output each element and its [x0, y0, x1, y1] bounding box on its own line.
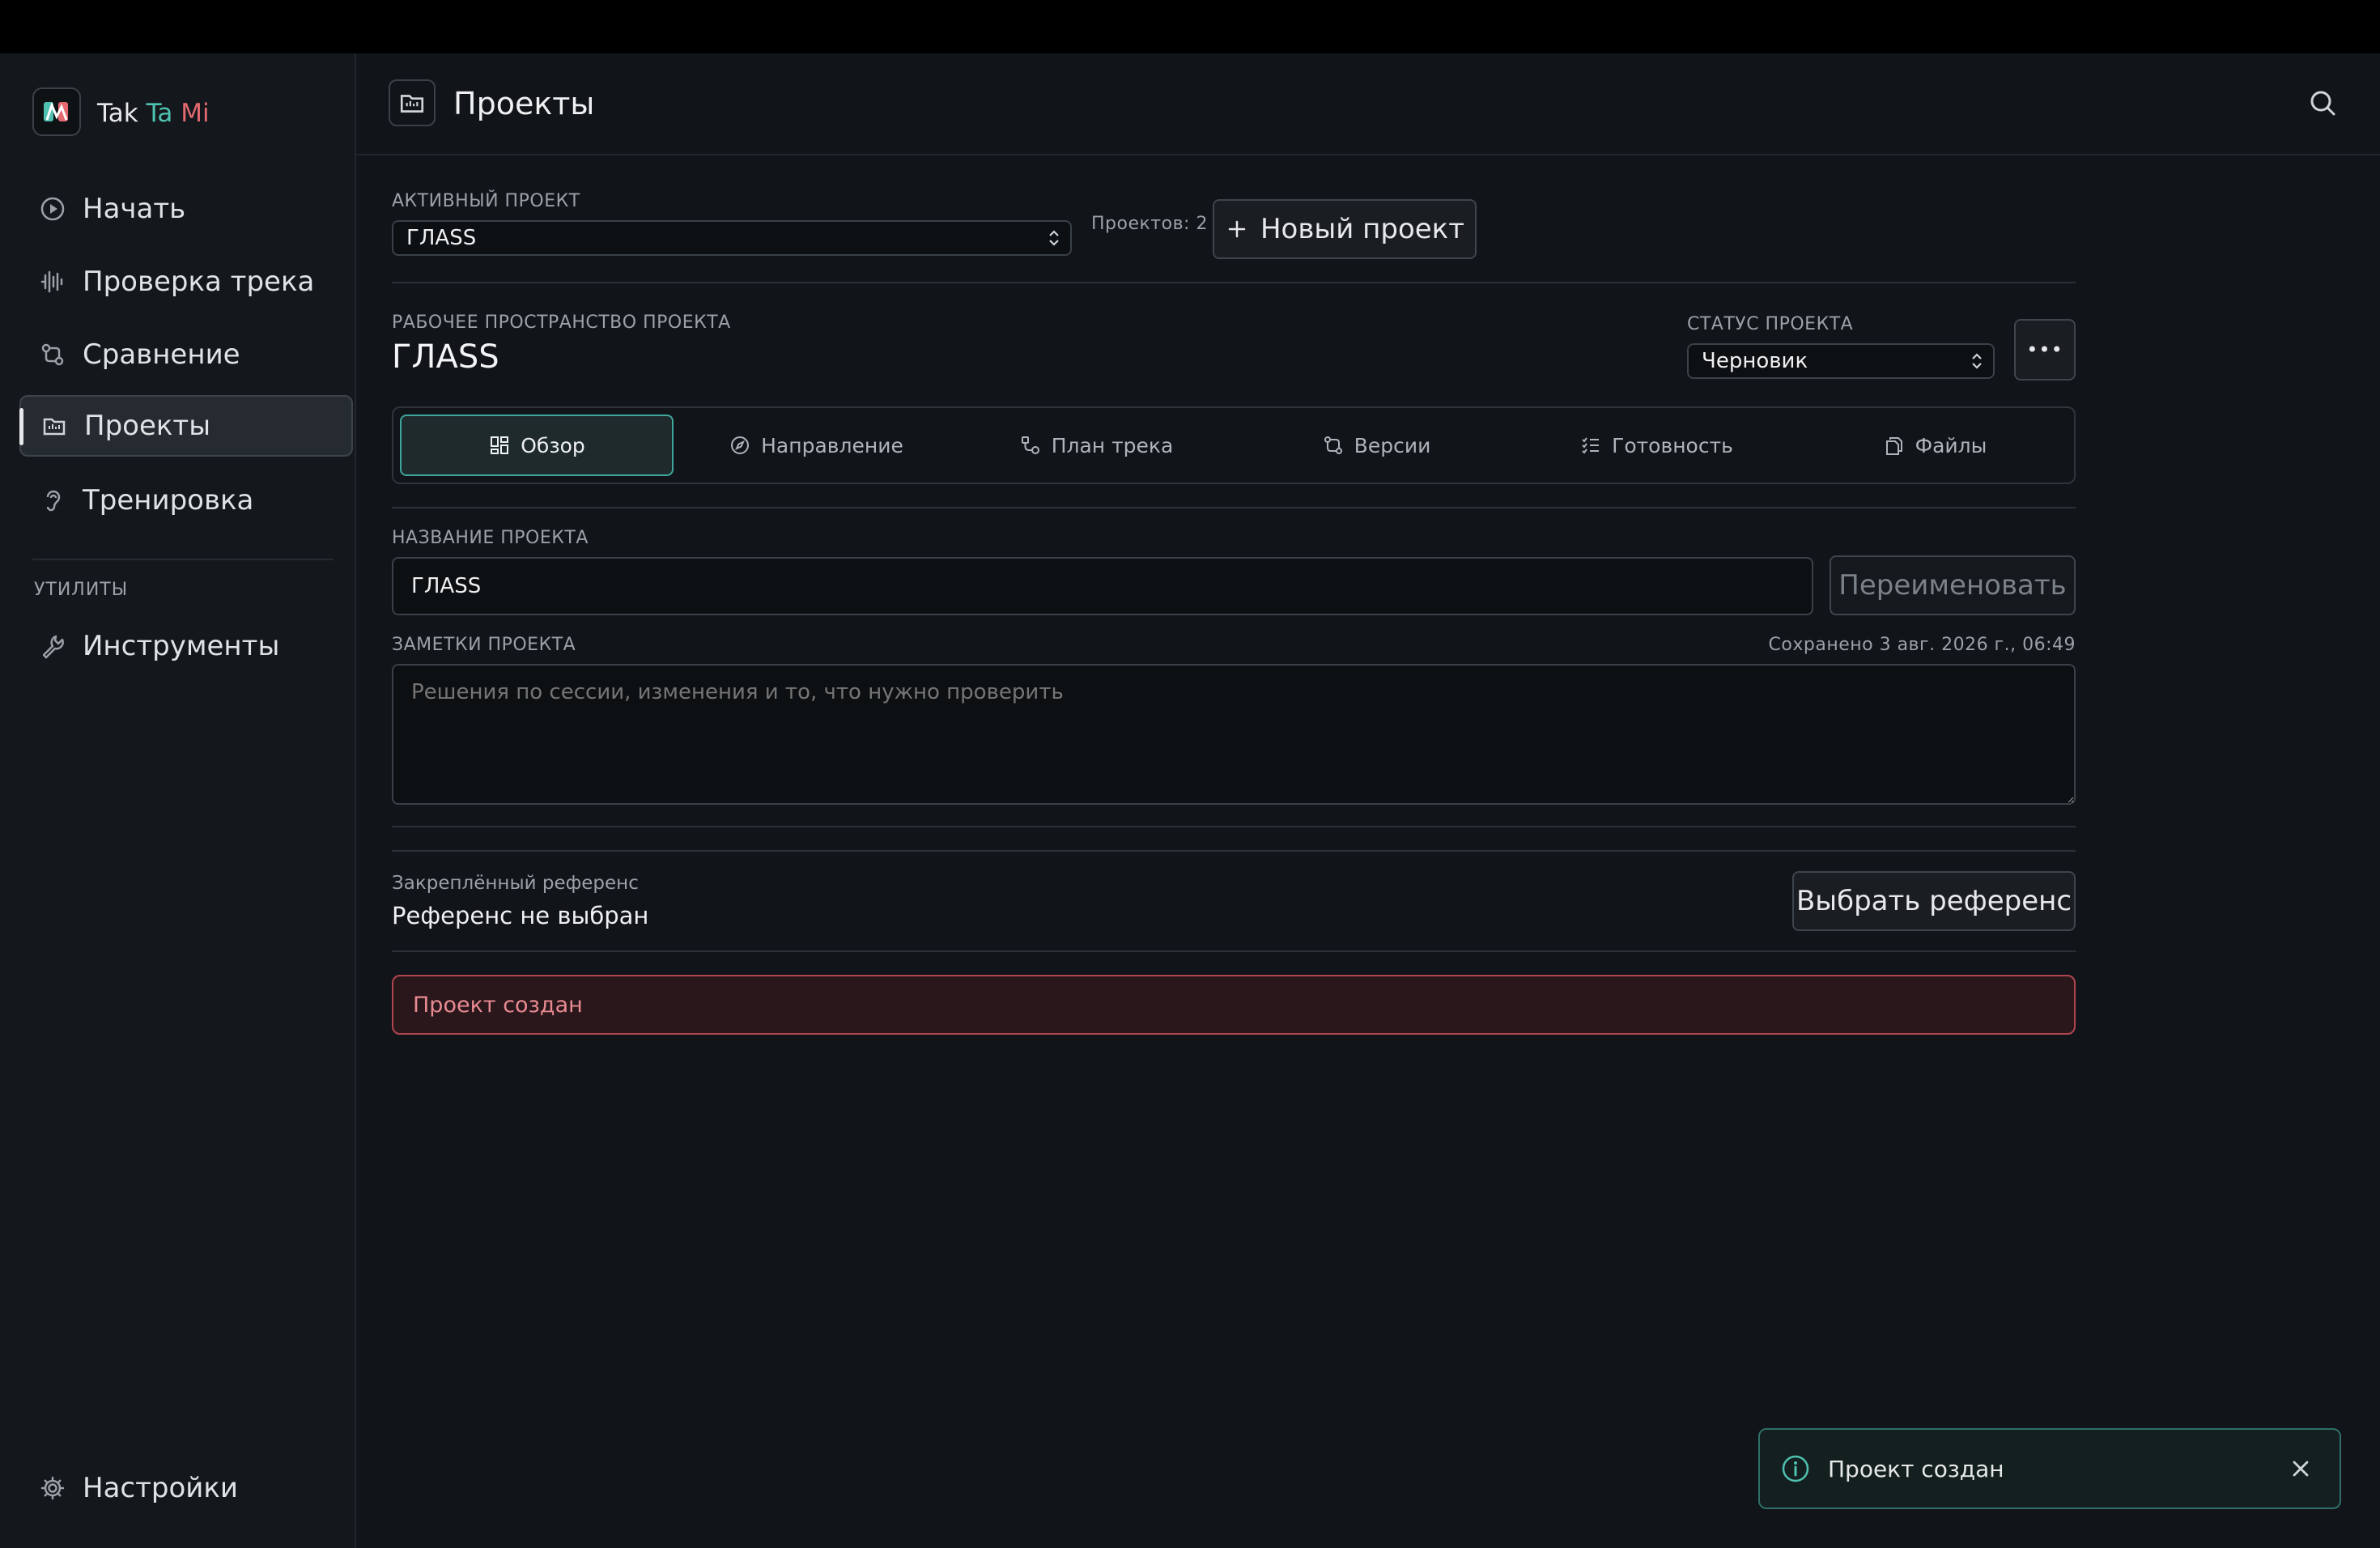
waveform-icon [39, 268, 66, 296]
brand-word-2: Ta [146, 99, 173, 128]
select-caret-icon [1972, 353, 1982, 369]
sidebar-item-compare[interactable]: Сравнение [19, 324, 353, 385]
checklist-icon [1579, 434, 1602, 457]
sidebar-item-training[interactable]: Тренировка [19, 470, 353, 531]
info-icon [1781, 1454, 1810, 1483]
choose-reference-button[interactable]: Выбрать референс [1792, 871, 2076, 931]
project-name-input[interactable] [392, 557, 1813, 615]
files-icon [1883, 434, 1906, 457]
sidebar-divider [32, 559, 334, 560]
divider [392, 282, 2076, 283]
toast-notification: Проект создан [1758, 1428, 2341, 1509]
page-header: Проекты [356, 53, 2380, 155]
tab-label: Направление [761, 433, 903, 457]
divider [392, 850, 2076, 852]
pinned-reference-value: Референс не выбран [392, 902, 649, 929]
notes-label: ЗАМЕТКИ ПРОЕКТА [392, 635, 576, 655]
divider [392, 826, 2076, 827]
route-icon [1019, 434, 1042, 457]
brand-word-3: Mi [181, 99, 210, 128]
folder-icon [40, 412, 68, 440]
compare-icon [39, 341, 66, 368]
notes-textarea[interactable] [392, 664, 2076, 805]
new-project-label: Новый проект [1260, 213, 1465, 245]
folder-icon [389, 79, 436, 126]
sidebar-item-label: Инструменты [83, 630, 280, 662]
tab-files[interactable]: Файлы [1799, 415, 2071, 476]
project-count: Проектов: 2 [1091, 214, 1208, 234]
rename-button[interactable]: Переименовать [1830, 555, 2076, 615]
play-circle-icon [39, 195, 66, 223]
project-tabs: Обзор Направление План трека Версии Гото… [392, 406, 2076, 484]
utilities-section-label: УТИЛИТЫ [34, 580, 129, 600]
sidebar-item-label: Тренировка [83, 484, 254, 517]
brand-name: Tak Ta Mi [97, 99, 210, 128]
page-title: Проекты [453, 86, 595, 121]
versions-icon [1322, 434, 1345, 457]
rename-label: Переименовать [1838, 569, 2067, 602]
active-project-value: ГЛАSS [406, 226, 477, 250]
window-top-bar [0, 0, 2380, 53]
sidebar-item-label: Сравнение [83, 338, 240, 371]
status-select[interactable]: Черновик [1687, 343, 1995, 379]
tab-versions[interactable]: Версии [1239, 415, 1514, 476]
notice-text: Проект создан [413, 992, 583, 1018]
sidebar-item-label: Настройки [83, 1472, 239, 1504]
gear-icon [39, 1474, 66, 1502]
tab-label: Готовность [1612, 433, 1733, 457]
divider [392, 507, 2076, 508]
ear-icon [39, 487, 66, 514]
sidebar-item-start[interactable]: Начать [19, 178, 353, 240]
wrench-icon [39, 632, 66, 660]
tab-readiness[interactable]: Готовность [1519, 415, 1794, 476]
sidebar-item-tools[interactable]: Инструменты [19, 615, 353, 677]
tab-overview[interactable]: Обзор [400, 415, 674, 476]
project-name-label: НАЗВАНИЕ ПРОЕКТА [392, 528, 589, 548]
more-icon: ••• [2026, 338, 2063, 361]
sidebar-item-settings[interactable]: Настройки [19, 1457, 353, 1519]
status-label: СТАТУС ПРОЕКТА [1687, 314, 1854, 334]
tab-label: Файлы [1915, 433, 1987, 457]
tab-direction[interactable]: Направление [678, 415, 954, 476]
choose-reference-label: Выбрать референс [1796, 885, 2072, 917]
sidebar-item-label: Проверка трека [83, 266, 315, 298]
compass-icon [729, 434, 751, 457]
pinned-reference-label: Закреплённый референс [392, 873, 639, 894]
tab-label: План трека [1051, 433, 1174, 457]
sidebar-item-projects[interactable]: Проекты [19, 395, 353, 457]
toast-text: Проект создан [1828, 1455, 2004, 1482]
close-icon[interactable] [2289, 1457, 2312, 1480]
logo-icon [44, 101, 68, 121]
status-notice: Проект создан [392, 975, 2076, 1035]
more-options-button[interactable]: ••• [2014, 319, 2076, 381]
app-logo[interactable] [32, 87, 81, 136]
grid-icon [488, 434, 511, 457]
workspace-label: РАБОЧЕЕ ПРОСТРАНСТВО ПРОЕКТА [392, 313, 731, 333]
brand-word-1: Tak [97, 99, 138, 128]
main-content: Проекты АКТИВНЫЙ ПРОЕКТ ГЛАSS Проектов: … [356, 53, 2380, 1548]
status-value: Черновик [1702, 349, 1808, 373]
search-icon[interactable] [2307, 87, 2340, 120]
tab-track-plan[interactable]: План трека [958, 415, 1234, 476]
tab-label: Версии [1354, 433, 1431, 457]
active-project-label: АКТИВНЫЙ ПРОЕКТ [392, 191, 580, 211]
active-project-select[interactable]: ГЛАSS [392, 220, 1072, 256]
plus-icon [1228, 220, 1246, 238]
workspace-title: ГЛАSS [392, 338, 499, 376]
sidebar: Tak Ta Mi Начать Проверка трека Сравнени… [0, 53, 356, 1548]
tab-label: Обзор [521, 433, 585, 457]
new-project-button[interactable]: Новый проект [1213, 199, 1477, 259]
sidebar-item-label: Проекты [84, 410, 211, 442]
select-caret-icon [1049, 230, 1059, 246]
notes-saved-status: Сохранено 3 авг. 2026 г., 06:49 [1768, 635, 2076, 655]
divider [392, 950, 2076, 952]
sidebar-item-track-check[interactable]: Проверка трека [19, 251, 353, 313]
sidebar-item-label: Начать [83, 193, 186, 225]
